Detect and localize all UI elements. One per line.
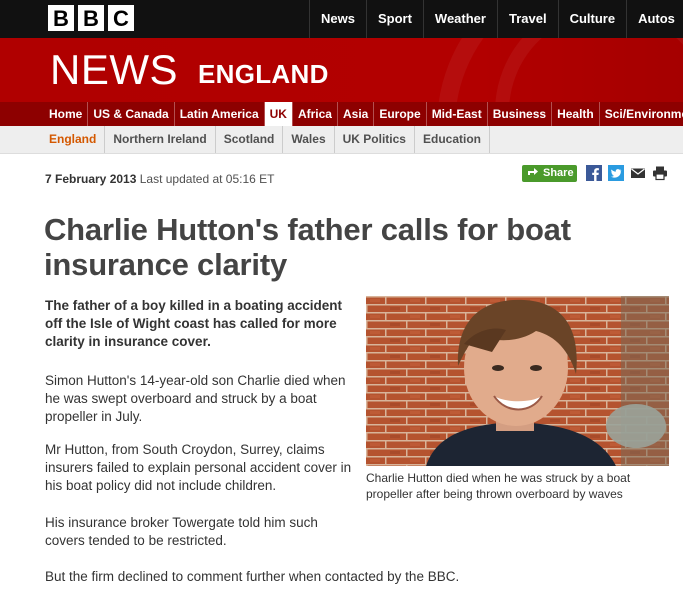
- share-button[interactable]: Share: [522, 165, 577, 182]
- top-nav-news[interactable]: News: [309, 0, 366, 38]
- article-date: 7 February 2013: [45, 172, 137, 186]
- article-intro: The father of a boy killed in a boating …: [45, 298, 343, 349]
- top-nav: News Sport Weather Travel Culture Autos: [309, 0, 683, 38]
- news-title[interactable]: NEWS: [50, 46, 178, 94]
- nav-uk[interactable]: UK: [264, 102, 293, 126]
- subnav-scotland[interactable]: Scotland: [216, 126, 284, 153]
- section-nav: Home US & Canada Latin America UK Africa…: [0, 102, 683, 126]
- subnav-uk-politics[interactable]: UK Politics: [335, 126, 415, 153]
- top-nav-sport[interactable]: Sport: [365, 0, 423, 38]
- nav-business[interactable]: Business: [488, 102, 553, 126]
- bbc-top-bar: B B C News Sport Weather Travel Culture …: [0, 0, 683, 38]
- nav-asia[interactable]: Asia: [338, 102, 375, 126]
- bbc-logo-letter: B: [48, 5, 74, 31]
- article-paragraph: But the firm declined to comment further…: [45, 569, 460, 584]
- news-masthead: NEWS ENGLAND: [0, 38, 683, 102]
- nav-home[interactable]: Home: [44, 102, 89, 126]
- share-icon: [527, 165, 539, 182]
- nav-sci-environment[interactable]: Sci/Environment: [600, 102, 683, 126]
- nav-mid-east[interactable]: Mid-East: [427, 102, 488, 126]
- print-icon[interactable]: [652, 165, 668, 181]
- nav-latin-america[interactable]: Latin America: [175, 102, 265, 126]
- article-updated: Last updated at 05:16 ET: [139, 172, 275, 186]
- twitter-icon[interactable]: [608, 165, 624, 181]
- article-dateline: 7 February 2013 Last updated at 05:16 ET: [45, 172, 275, 186]
- bbc-logo-letter: B: [78, 5, 104, 31]
- region-title[interactable]: ENGLAND: [198, 59, 329, 89]
- sub-nav: England Northern Ireland Scotland Wales …: [0, 126, 683, 154]
- top-nav-culture[interactable]: Culture: [557, 0, 627, 38]
- share-label: Share: [543, 167, 574, 179]
- facebook-icon[interactable]: [586, 165, 602, 181]
- top-nav-travel[interactable]: Travel: [496, 0, 558, 38]
- bbc-logo-letter: C: [108, 5, 134, 31]
- top-nav-weather[interactable]: Weather: [422, 0, 497, 38]
- bbc-logo[interactable]: B B C: [48, 5, 134, 31]
- email-icon[interactable]: [630, 165, 646, 181]
- top-nav-autos[interactable]: Autos: [626, 0, 683, 38]
- subnav-education[interactable]: Education: [415, 126, 490, 153]
- article-paragraph: Mr Hutton, from South Croydon, Surrey, c…: [45, 442, 352, 493]
- social-icons: [586, 165, 668, 181]
- subnav-england[interactable]: England: [44, 126, 106, 153]
- nav-us-canada[interactable]: US & Canada: [88, 102, 175, 126]
- article-paragraph: Simon Hutton's 14-year-old son Charlie d…: [45, 373, 346, 424]
- subnav-wales[interactable]: Wales: [283, 126, 335, 153]
- article-paragraph: His insurance broker Towergate told him …: [45, 515, 318, 548]
- nav-africa[interactable]: Africa: [293, 102, 338, 126]
- article-headline: Charlie Hutton's father calls for boat i…: [44, 212, 571, 282]
- nav-europe[interactable]: Europe: [374, 102, 427, 126]
- photo-caption: Charlie Hutton died when he was struck b…: [366, 471, 631, 501]
- masthead-decoration: [495, 38, 683, 102]
- nav-health[interactable]: Health: [552, 102, 600, 126]
- subnav-northern-ireland[interactable]: Northern Ireland: [105, 126, 216, 153]
- article-photo: [366, 296, 669, 466]
